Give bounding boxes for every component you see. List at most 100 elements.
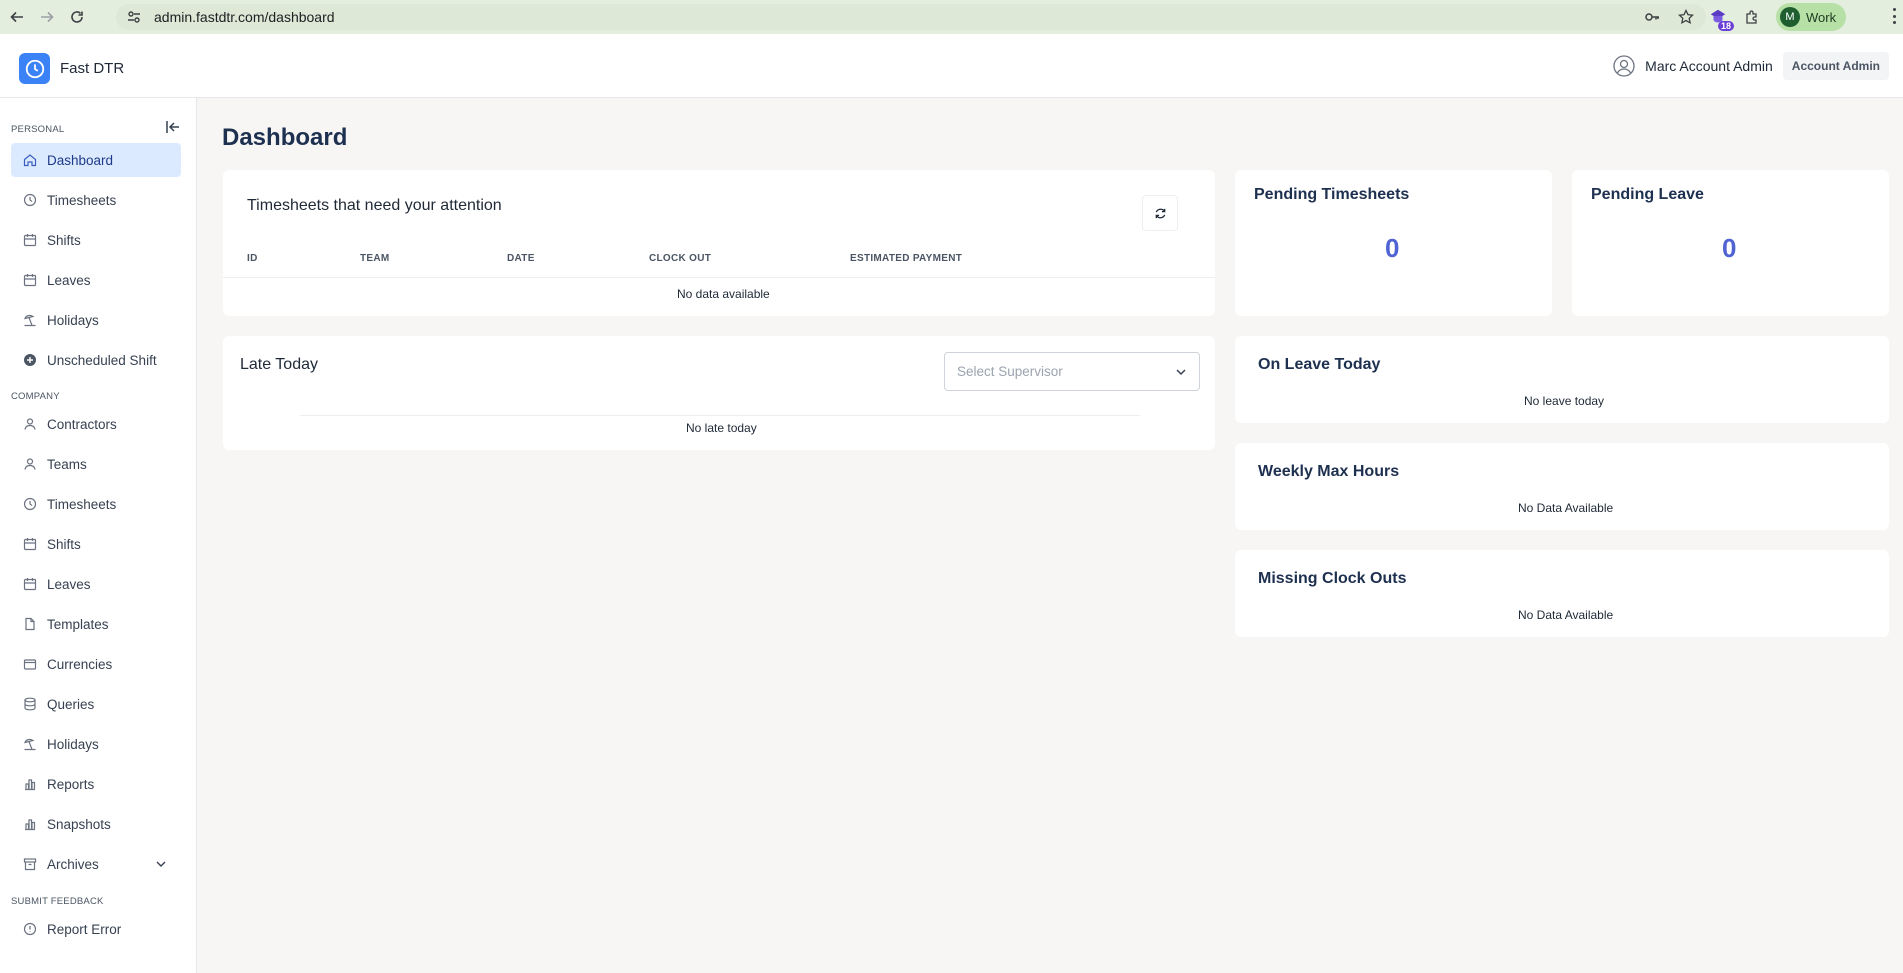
back-icon[interactable] (4, 4, 30, 30)
user-name[interactable]: Marc Account Admin (1645, 58, 1773, 74)
plus-circle-icon (23, 353, 37, 367)
brand-name: Fast DTR (60, 60, 125, 77)
chevron-down-icon (1176, 369, 1186, 376)
calendar-icon (23, 537, 37, 551)
sidebar-item-dashboard[interactable]: Dashboard (11, 143, 181, 177)
beach-umbrella-icon (23, 737, 37, 751)
section-label-feedback: SUBMIT FEEDBACK (11, 896, 104, 907)
sidebar: PERSONAL Dashboard Timesheets Shifts Lea… (0, 98, 197, 973)
card-title: On Leave Today (1258, 356, 1381, 373)
sidebar-item-label: Teams (47, 456, 87, 472)
missing-clock-outs-card (1235, 550, 1889, 637)
column-header-team[interactable]: TEAM (360, 253, 390, 264)
empty-state-text: No Data Available (1518, 608, 1614, 622)
sidebar-item-unscheduled-shift[interactable]: Unscheduled Shift (11, 343, 181, 377)
sidebar-item-label: Dashboard (47, 152, 114, 168)
sidebar-item-company-leaves[interactable]: Leaves (11, 567, 181, 601)
sidebar-item-templates[interactable]: Templates (11, 607, 181, 641)
sidebar-item-leaves[interactable]: Leaves (11, 263, 181, 297)
column-header-estimated-payment[interactable]: ESTIMATED PAYMENT (850, 253, 962, 264)
user-icon (23, 417, 37, 431)
sidebar-item-archives[interactable]: Archives (11, 847, 181, 881)
refresh-button[interactable] (1142, 195, 1178, 231)
bar-chart-icon (23, 777, 37, 791)
sidebar-item-label: Shifts (47, 536, 81, 552)
extensions-puzzle-icon[interactable] (1744, 9, 1760, 25)
password-key-icon[interactable] (1644, 9, 1660, 25)
sidebar-item-snapshots[interactable]: Snapshots (11, 807, 181, 841)
table-divider (300, 415, 1140, 416)
user-avatar-icon[interactable] (1613, 55, 1635, 77)
database-icon (23, 697, 37, 711)
card-title: Pending Leave (1591, 186, 1704, 203)
alert-circle-icon (23, 922, 37, 936)
column-header-date[interactable]: DATE (507, 253, 535, 264)
extension-icon[interactable]: 18 (1708, 7, 1734, 31)
user-menu[interactable]: Marc Account Admin Account Admin (1613, 52, 1889, 80)
calendar-icon (23, 577, 37, 591)
sidebar-item-shifts[interactable]: Shifts (11, 223, 181, 257)
chevron-down-icon[interactable] (155, 858, 167, 870)
beach-umbrella-icon (23, 313, 37, 327)
pending-leave-count: 0 (1722, 233, 1737, 263)
card-title: Late Today (240, 356, 318, 373)
page-title: Dashboard (222, 124, 348, 151)
url-text[interactable]: admin.fastdtr.com/dashboard (154, 9, 335, 25)
card-title: Weekly Max Hours (1258, 463, 1400, 480)
profile-avatar: M (1780, 7, 1800, 27)
sidebar-item-teams[interactable]: Teams (11, 447, 181, 481)
empty-state-text: No data available (677, 287, 770, 301)
sidebar-item-reports[interactable]: Reports (11, 767, 181, 801)
archive-icon (23, 857, 37, 871)
sidebar-item-label: Holidays (47, 736, 99, 752)
reload-icon[interactable] (64, 4, 90, 30)
forward-icon[interactable] (34, 4, 60, 30)
browser-menu-icon[interactable] (1893, 8, 1897, 24)
collapse-sidebar-icon[interactable] (165, 119, 181, 135)
empty-state-text: No late today (686, 421, 757, 435)
refresh-icon (1155, 208, 1165, 218)
sidebar-item-report-error[interactable]: Report Error (11, 912, 181, 946)
sidebar-item-company-timesheets[interactable]: Timesheets (11, 487, 181, 521)
bookmark-star-icon[interactable] (1678, 9, 1694, 25)
section-label-company: COMPANY (11, 391, 60, 402)
supervisor-select[interactable]: Select Supervisor (944, 352, 1200, 391)
sidebar-item-contractors[interactable]: Contractors (11, 407, 181, 441)
sidebar-item-queries[interactable]: Queries (11, 687, 181, 721)
column-header-clock-out[interactable]: CLOCK OUT (649, 253, 711, 264)
profile-name: Work (1806, 9, 1837, 25)
sidebar-item-label: Timesheets (47, 496, 117, 512)
clock-icon (23, 497, 37, 511)
sidebar-item-label: Leaves (47, 272, 91, 288)
address-bar[interactable]: admin.fastdtr.com/dashboard (116, 4, 1706, 30)
sidebar-item-timesheets[interactable]: Timesheets (11, 183, 181, 217)
sidebar-item-label: Timesheets (47, 192, 117, 208)
site-info-icon[interactable] (126, 9, 142, 25)
sidebar-item-label: Queries (47, 696, 95, 712)
sidebar-item-company-holidays[interactable]: Holidays (11, 727, 181, 761)
clock-logo-icon (19, 53, 50, 84)
sidebar-item-label: Report Error (47, 921, 122, 937)
sidebar-item-label: Snapshots (47, 816, 111, 832)
profile-button[interactable]: M Work (1776, 3, 1847, 31)
card-title: Pending Timesheets (1254, 186, 1410, 203)
sidebar-item-holidays[interactable]: Holidays (11, 303, 181, 337)
select-placeholder: Select Supervisor (957, 364, 1063, 379)
sidebar-item-currencies[interactable]: Currencies (11, 647, 181, 681)
empty-state-text: No leave today (1524, 394, 1605, 408)
card-title: Missing Clock Outs (1258, 570, 1407, 587)
on-leave-today-card (1235, 336, 1889, 423)
pending-timesheets-count: 0 (1385, 233, 1400, 263)
sidebar-item-label: Contractors (47, 416, 117, 432)
brand[interactable]: Fast DTR (19, 53, 124, 84)
sidebar-item-company-shifts[interactable]: Shifts (11, 527, 181, 561)
calendar-icon (23, 233, 37, 247)
sidebar-item-label: Templates (47, 616, 109, 632)
users-icon (23, 457, 37, 471)
sidebar-item-label: Holidays (47, 312, 99, 328)
weekly-max-hours-card (1235, 443, 1889, 530)
column-header-id[interactable]: ID (247, 253, 258, 264)
sidebar-item-label: Archives (47, 856, 99, 872)
browser-toolbar: admin.fastdtr.com/dashboard 18 M Work (0, 0, 1903, 34)
wallet-icon (23, 657, 37, 671)
